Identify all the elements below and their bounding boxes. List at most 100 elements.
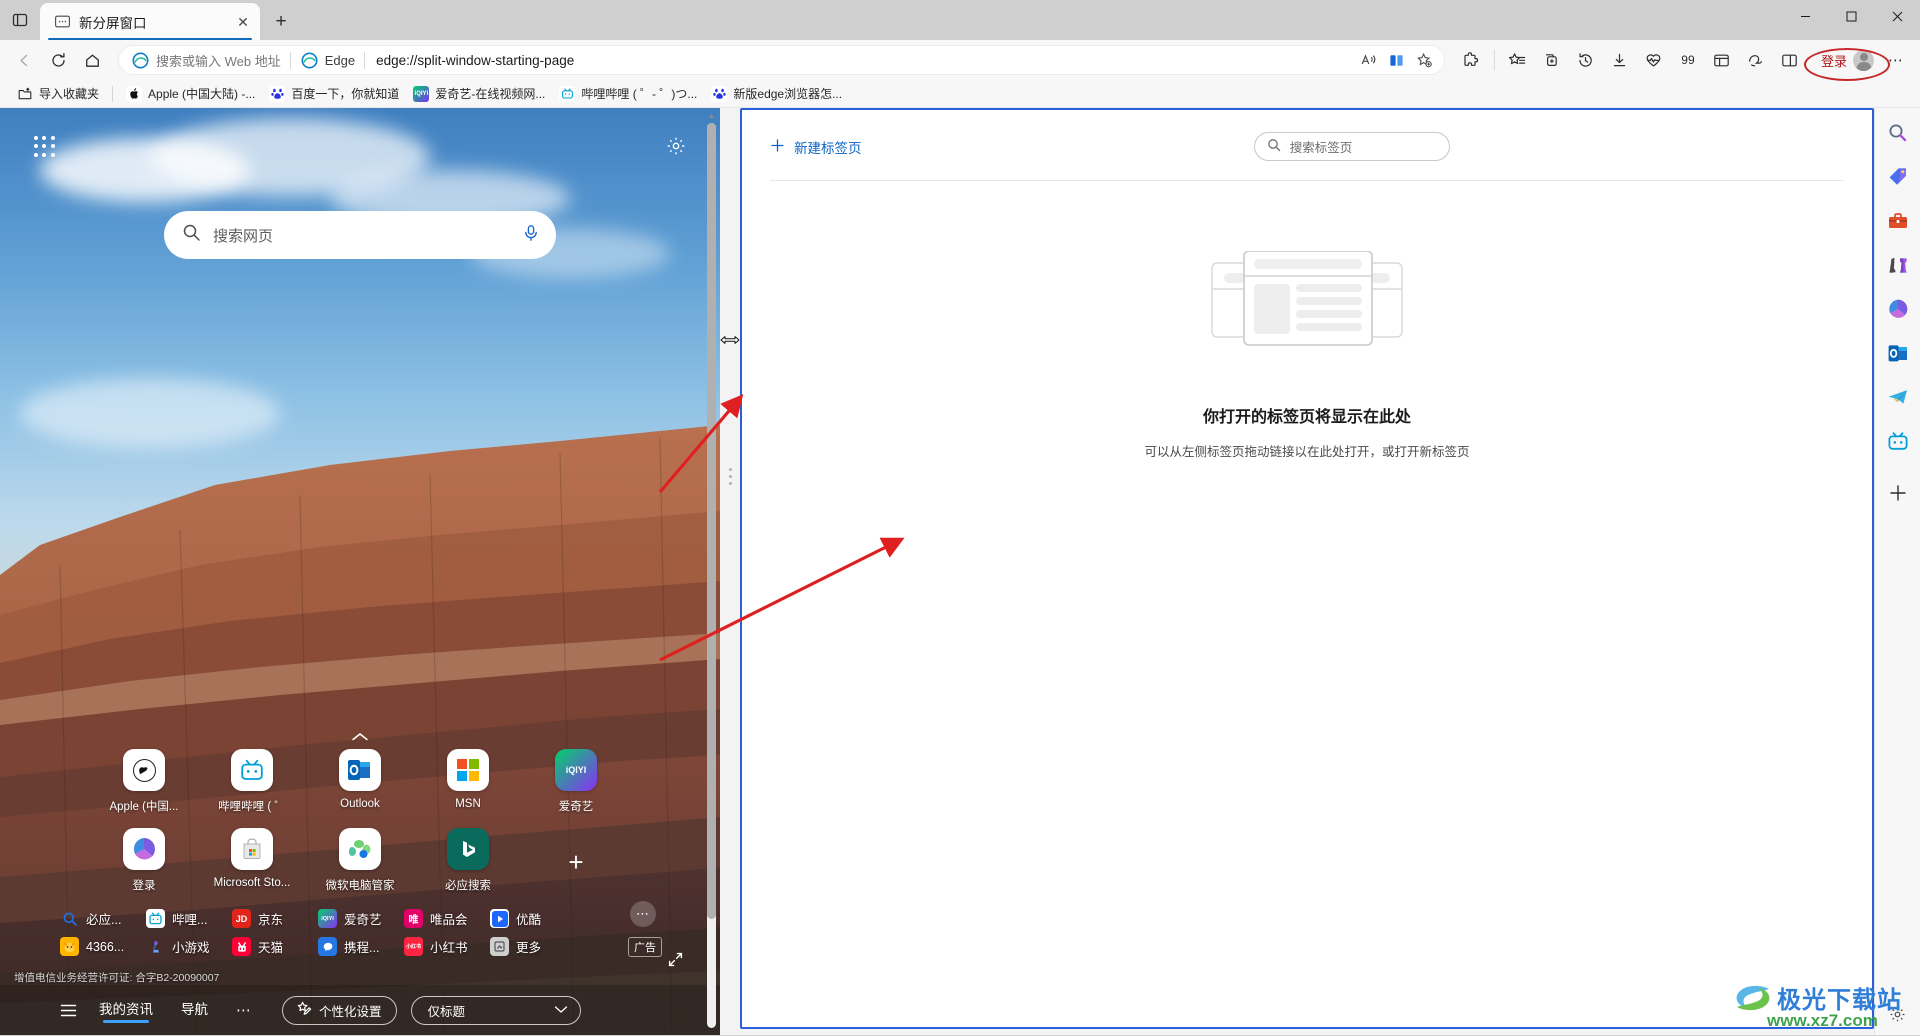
omnibox-url-text[interactable]: edge://split-window-starting-page <box>365 53 1355 68</box>
splitter-grip[interactable] <box>728 468 732 485</box>
settings-and-more-icon[interactable]: ⋯ <box>1880 44 1912 76</box>
scroll-up-arrow[interactable]: ▲ <box>708 112 716 120</box>
split-screen-icon[interactable] <box>1383 47 1410 73</box>
avatar[interactable] <box>1853 49 1874 71</box>
maximize-button[interactable] <box>1828 0 1874 32</box>
shortcut-tile[interactable]: 微软电脑管家 <box>306 828 414 893</box>
bookmark-item[interactable]: 百度一下，你就知道 <box>262 82 406 105</box>
close-window-button[interactable] <box>1874 0 1920 32</box>
shortcut-tile[interactable]: Microsoft Sto... <box>198 828 306 893</box>
address-bar[interactable]: 搜索或输入 Web 地址 Edge edge://split-window-st… <box>118 45 1445 75</box>
quick-link[interactable]: 哔哩... <box>146 909 232 928</box>
browser-tab[interactable]: 新分屏窗口 ✕ <box>40 3 260 40</box>
quick-link[interactable]: 小游戏 <box>146 937 232 956</box>
workspaces-icon[interactable] <box>1706 44 1738 76</box>
bookmark-item[interactable]: iQIYI 爱奇艺-在线视频网... <box>406 82 552 105</box>
bookmark-item[interactable]: Apple (中国大陆) -... <box>119 82 262 105</box>
jd-icon: JD <box>232 909 251 928</box>
quick-link[interactable]: 优酷 <box>490 909 576 928</box>
sidebar-outlook-icon[interactable] <box>1883 338 1913 368</box>
ntp-feed-tab[interactable]: 我的资讯 <box>99 998 153 1023</box>
sidebar-search-icon[interactable] <box>1883 118 1913 148</box>
copilot-99-icon[interactable]: 99 <box>1672 44 1704 76</box>
tab-actions-icon[interactable] <box>0 3 40 37</box>
quick-links-more-button[interactable]: ⋯ <box>630 901 656 927</box>
browser-toolbar: 搜索或输入 Web 地址 Edge edge://split-window-st… <box>0 40 1920 81</box>
add-shortcut-button[interactable]: + <box>522 828 630 893</box>
split-new-tab-button[interactable]: 新建标签页 <box>770 137 862 157</box>
sidebar-telegram-icon[interactable] <box>1883 382 1913 412</box>
shortcut-tile[interactable]: iQIYI 爱奇艺 <box>522 749 630 814</box>
sidebar-microsoft365-icon[interactable] <box>1883 294 1913 324</box>
minimize-button[interactable] <box>1782 0 1828 32</box>
sidebar-games-icon[interactable] <box>1883 250 1913 280</box>
sidebar-add-button[interactable] <box>1883 478 1913 508</box>
collections-icon[interactable] <box>1502 44 1534 76</box>
extensions-icon[interactable] <box>1455 44 1487 76</box>
shortcut-tile[interactable]: Outlook <box>306 749 414 814</box>
quick-link[interactable]: 4366... <box>60 937 146 956</box>
sidebar-settings-gear-icon[interactable] <box>1883 999 1913 1029</box>
sidebar-shopping-icon[interactable] <box>1883 162 1913 192</box>
copilot-icon[interactable] <box>1740 44 1772 76</box>
home-icon[interactable] <box>76 44 108 76</box>
layout-select[interactable]: 仅标题 <box>410 995 581 1025</box>
import-favorites-button[interactable]: 导入收藏夹 <box>10 82 106 105</box>
close-icon[interactable]: ✕ <box>232 11 254 33</box>
left-pane-scrollbar[interactable]: ▲ <box>706 112 717 1031</box>
omnibox-search-chip[interactable]: 搜索或输入 Web 地址 <box>129 51 290 70</box>
quick-link[interactable]: 必应... <box>60 909 146 928</box>
sidebar-tools-icon[interactable] <box>1883 206 1913 236</box>
scrollbar-track[interactable] <box>707 123 716 1028</box>
split-screen-toggle-icon[interactable] <box>1774 44 1806 76</box>
quick-link[interactable]: 携程... <box>318 937 404 956</box>
omnibox-engine-chip[interactable]: Edge <box>291 52 364 69</box>
scrollbar-thumb[interactable] <box>707 123 716 920</box>
downloads-icon[interactable] <box>1604 44 1636 76</box>
expand-icon[interactable] <box>667 951 684 973</box>
ntp-search-input[interactable]: 搜索网页 <box>164 211 556 259</box>
ntp-nav-tab[interactable]: 导航 <box>181 998 208 1023</box>
page-settings-gear-icon[interactable] <box>666 136 686 161</box>
shortcut-tile[interactable]: 登录 <box>90 828 198 893</box>
shortcut-tile[interactable]: 必应搜索 <box>414 828 522 893</box>
add-favorite-icon[interactable] <box>1411 47 1438 73</box>
chevron-up-icon[interactable] <box>0 731 720 743</box>
shortcut-tile[interactable]: 哔哩哔哩 ( ゜ <box>198 749 306 814</box>
quick-link[interactable]: JD 京东 <box>232 909 318 928</box>
quick-link[interactable]: 唯 唯品会 <box>404 909 490 928</box>
quick-link-label: 京东 <box>258 913 284 927</box>
ntp-bottom-more-button[interactable]: ⋯ <box>236 1001 252 1019</box>
split-view-divider[interactable] <box>720 108 740 1035</box>
account-area: 登录 <box>1803 47 1890 81</box>
shortcut-tile[interactable]: Apple (中国... <box>90 749 198 814</box>
shortcut-tile[interactable]: MSN <box>414 749 522 814</box>
read-aloud-icon[interactable] <box>1355 47 1382 73</box>
shortcut-label: 哔哩哔哩 ( ゜ <box>218 801 286 813</box>
microphone-icon[interactable] <box>522 224 540 247</box>
bookmark-label: Apple (中国大陆) -... <box>148 87 256 101</box>
bookmark-item[interactable]: 哔哩哔哩 ( ゜- ゜)つ... <box>552 82 704 105</box>
search-icon <box>182 223 201 247</box>
apps-grid-icon[interactable] <box>34 136 56 158</box>
refresh-icon[interactable] <box>42 44 74 76</box>
quick-links: 必应... 哔哩... JD 京东 iQIYI 爱奇艺 唯 唯品会 优酷 ⋯ 4… <box>0 899 720 957</box>
back-icon[interactable] <box>8 44 40 76</box>
quick-link[interactable]: iQIYI 爱奇艺 <box>318 909 404 928</box>
history-icon[interactable] <box>1570 44 1602 76</box>
feed-layout-icon[interactable] <box>60 1004 77 1017</box>
quick-link[interactable]: 更多 <box>490 937 576 956</box>
shortcut-label: 登录 <box>132 880 156 892</box>
personalize-button[interactable]: 个性化设置 <box>282 995 397 1025</box>
edge-logo-icon <box>301 52 318 68</box>
browser-essentials-icon[interactable] <box>1536 44 1568 76</box>
login-button[interactable]: 登录 <box>1811 47 1878 73</box>
split-search-tabs-input[interactable]: 搜索标签页 <box>1253 132 1450 161</box>
quick-link[interactable]: 天猫 <box>232 937 318 956</box>
performance-icon[interactable] <box>1638 44 1670 76</box>
copilot-count-label: 99 <box>1681 53 1695 67</box>
bookmark-item[interactable]: 新版edge浏览器怎... <box>704 82 849 105</box>
quick-link[interactable]: 小红书 小红书 <box>404 937 490 956</box>
sidebar-bilibili-icon[interactable] <box>1883 426 1913 456</box>
new-tab-button[interactable]: + <box>265 6 297 38</box>
